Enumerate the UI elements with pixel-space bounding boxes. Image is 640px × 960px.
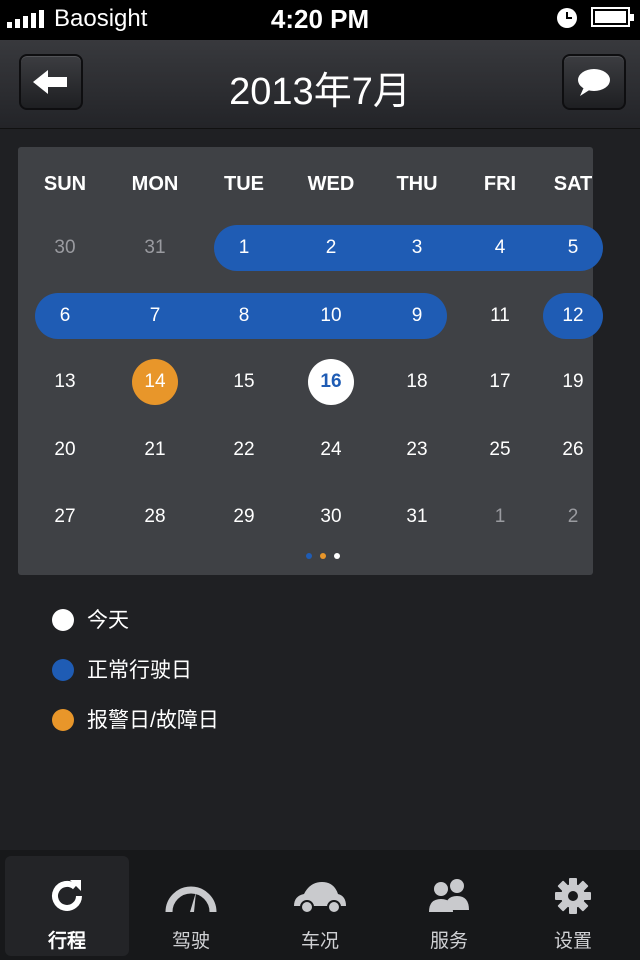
calendar-day[interactable]: 2 xyxy=(543,507,603,527)
weekday-header: FRI xyxy=(483,173,517,195)
page-indicator-dot[interactable] xyxy=(306,553,312,559)
calendar-day[interactable]: 14 xyxy=(125,372,185,392)
calendar-day[interactable]: 24 xyxy=(301,440,361,460)
calendar-day[interactable]: 23 xyxy=(387,440,447,460)
weekday-header: MON xyxy=(131,173,179,195)
weekday-header: TUE xyxy=(224,173,264,195)
calendar-day[interactable]: 10 xyxy=(301,306,361,326)
calendar-day[interactable]: 20 xyxy=(35,440,95,460)
navigation-bar: 2013年7月 xyxy=(0,40,640,129)
calendar-day[interactable]: 7 xyxy=(125,306,185,326)
tab-trip-label: 行程 xyxy=(47,931,86,952)
status-bar: Baosight 4:20 PM xyxy=(0,0,640,40)
calendar-day[interactable]: 1 xyxy=(214,238,274,258)
month-calendar: SUN MON TUE WED THU FRI SAT 30 31 1 2 3 4 5 6 7 8 10 9 11 12… xyxy=(18,147,603,575)
legend-alarm-dot xyxy=(52,709,74,731)
calendar-day[interactable]: 8 xyxy=(214,306,274,326)
car-icon xyxy=(294,882,346,914)
calendar-day[interactable]: 5 xyxy=(543,238,603,258)
speedometer-icon xyxy=(165,886,217,913)
calendar-day[interactable]: 27 xyxy=(35,507,95,527)
weekday-header: WED xyxy=(307,173,355,195)
calendar-day[interactable]: 12 xyxy=(543,306,603,326)
battery-icon xyxy=(591,7,634,27)
message-button[interactable] xyxy=(562,54,626,110)
refresh-icon xyxy=(52,880,82,911)
calendar-day-today[interactable]: 16 xyxy=(301,372,361,392)
calendar-day[interactable]: 26 xyxy=(543,440,603,460)
calendar-day[interactable]: 1 xyxy=(470,507,530,527)
calendar-day[interactable]: 15 xyxy=(214,372,274,392)
calendar-day[interactable]: 4 xyxy=(470,238,530,258)
page-indicator-dot[interactable] xyxy=(320,553,326,559)
calendar-day[interactable]: 30 xyxy=(301,507,361,527)
calendar-day[interactable]: 2 xyxy=(301,238,361,258)
calendar-day[interactable]: 28 xyxy=(125,507,185,527)
legend-today-dot xyxy=(52,609,74,631)
calendar-day[interactable]: 21 xyxy=(125,440,185,460)
legend-alarm-label: 报警日/故障日 xyxy=(87,709,219,732)
tab-trip[interactable]: 行程 xyxy=(5,856,129,956)
calendar-day[interactable]: 22 xyxy=(214,440,274,460)
calendar-day[interactable]: 9 xyxy=(387,306,447,326)
tab-service[interactable]: 服务 xyxy=(387,856,511,956)
calendar-day[interactable]: 6 xyxy=(35,306,95,326)
calendar-day[interactable]: 30 xyxy=(35,238,95,258)
calendar-day[interactable]: 11 xyxy=(470,306,530,326)
tab-bar: 行程 驾驶 车况 服务 设置 xyxy=(0,850,640,960)
weekday-header: SUN xyxy=(43,173,87,195)
calendar-day[interactable]: 19 xyxy=(543,372,603,392)
legend-normal-label: 正常行驶日 xyxy=(87,659,192,682)
tab-driving[interactable]: 驾驶 xyxy=(129,856,253,956)
legend-today-label: 今天 xyxy=(87,609,129,632)
calendar-day[interactable]: 13 xyxy=(35,372,95,392)
page-indicator-dot[interactable] xyxy=(334,553,340,559)
tab-service-label: 服务 xyxy=(429,931,468,952)
tab-driving-label: 驾驶 xyxy=(171,931,210,952)
calendar-day[interactable]: 29 xyxy=(214,507,274,527)
legend-normal-dot xyxy=(52,659,74,681)
status-time: 4:20 PM xyxy=(270,4,370,34)
calendar-day[interactable]: 3 xyxy=(387,238,447,258)
tab-vehicle[interactable]: 车况 xyxy=(258,856,382,956)
calendar-day[interactable]: 17 xyxy=(470,372,530,392)
tab-settings-label: 设置 xyxy=(553,931,592,952)
weekday-header: THU xyxy=(396,173,438,195)
users-icon xyxy=(429,879,469,912)
tab-settings[interactable]: 设置 xyxy=(511,856,635,956)
calendar-day[interactable]: 18 xyxy=(387,372,447,392)
speech-bubble-icon xyxy=(578,69,610,96)
calendar-day[interactable]: 31 xyxy=(125,238,185,258)
calendar-day[interactable]: 25 xyxy=(470,440,530,460)
weekday-header: SAT xyxy=(553,173,593,195)
gear-icon xyxy=(555,878,591,914)
calendar-day[interactable]: 31 xyxy=(387,507,447,527)
page-title: 2013年7月 xyxy=(229,71,411,113)
tab-vehicle-label: 车况 xyxy=(300,931,339,952)
alarm-clock-icon xyxy=(557,8,577,28)
